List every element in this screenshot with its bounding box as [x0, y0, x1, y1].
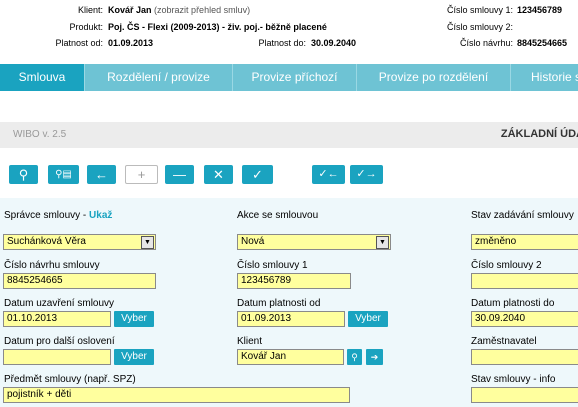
stav-info-input[interactable]: [471, 387, 578, 403]
stav-info-label: Stav smlouvy - info: [471, 374, 556, 385]
section-title: ZÁKLADNÍ ÚDA: [500, 128, 578, 140]
version-bar: WIBO v. 2.5 ZÁKLADNÍ ÚDA: [0, 122, 578, 148]
confirm-button[interactable]: ✓: [242, 165, 273, 184]
valid-from-label: Platnost od:: [55, 38, 103, 48]
tab-rozdeleni-provize[interactable]: Rozdělení / provize: [85, 64, 233, 91]
predmet-input[interactable]: pojistník + děti: [3, 387, 350, 403]
platnost-od-vyber-button[interactable]: Vyber: [348, 311, 388, 327]
version-text: WIBO v. 2.5: [13, 129, 67, 140]
plus-icon: +: [137, 167, 146, 182]
client-contracts-link[interactable]: (zobrazit přehled smluv): [154, 5, 250, 15]
klient-open-button[interactable]: ➔: [366, 349, 383, 365]
tab-smlouva[interactable]: Smlouva: [0, 64, 85, 91]
arrow-right-icon: ➔: [370, 352, 379, 362]
product-label: Produkt:: [69, 22, 103, 32]
tab-provize-po-rozdeleni[interactable]: Provize po rozdělení: [357, 64, 511, 91]
search-icon: ⚲: [351, 352, 358, 362]
stav-label: Stav zadávání smlouvy: [471, 210, 574, 221]
confirm-next-button[interactable]: ✓→: [350, 165, 383, 184]
contract-form: Správce smlouvy - Ukaž Akce se smlouvou …: [0, 198, 578, 407]
proposal-value: 8845254665: [517, 38, 568, 48]
product-value: Poj. ČS - Flexi (2009-2013) - živ. poj.-…: [108, 22, 327, 32]
main-tabs: Smlouva Rozdělení / provize Provize příc…: [0, 64, 578, 91]
client-name: Kovář Jan: [108, 5, 152, 15]
check-left-icon: ✓←: [318, 168, 339, 180]
client-info: Kovář Jan (zobrazit přehled smluv): [108, 5, 250, 15]
add-button[interactable]: +: [125, 165, 158, 184]
zamestnavatel-input[interactable]: [471, 349, 578, 365]
valid-to-value: 30.09.2040: [311, 38, 357, 48]
klient-input[interactable]: Kovář Jan: [237, 349, 344, 365]
chevron-down-icon[interactable]: ▼: [141, 236, 154, 249]
platnost-od-input[interactable]: 01.09.2013: [237, 311, 345, 327]
predmet-label: Předmět smlouvy (např. SPZ): [4, 374, 136, 385]
chevron-down-icon[interactable]: ▼: [376, 236, 389, 249]
cislo1-input[interactable]: 123456789: [237, 273, 351, 289]
tab-provize-prichozi[interactable]: Provize příchozí: [233, 64, 357, 91]
cislo-navrhu-input[interactable]: 8845254665: [3, 273, 156, 289]
cislo1-label: Číslo smlouvy 1: [237, 260, 308, 271]
cislo-navrhu-label: Číslo návrhu smlouvy: [4, 260, 100, 271]
arrow-left-icon: ←: [95, 167, 108, 182]
cancel-button[interactable]: ✕: [204, 165, 233, 184]
search-document-icon: ⚲▤: [55, 169, 72, 180]
client-label: Klient:: [77, 5, 103, 15]
back-button[interactable]: ←: [87, 165, 116, 184]
cislo2-label: Číslo smlouvy 2: [471, 260, 542, 271]
valid-to-label: Platnost do:: [258, 38, 306, 48]
search-icon: ⚲: [18, 167, 29, 182]
uzavreni-vyber-button[interactable]: Vyber: [114, 311, 154, 327]
spravce-select[interactable]: Suchánková Věra ▼: [3, 234, 156, 250]
check-right-icon: ✓→: [356, 168, 377, 180]
osloveni-input[interactable]: [3, 349, 111, 365]
platnost-do-label: Datum platnosti do: [471, 298, 555, 309]
klient-search-button[interactable]: ⚲: [347, 349, 362, 365]
platnost-od-label: Datum platnosti od: [237, 298, 321, 309]
spravce-label: Správce smlouvy - Ukaž: [4, 210, 113, 221]
zamestnavatel-label: Zaměstnavatel: [471, 336, 537, 347]
uzavreni-input[interactable]: 01.10.2013: [3, 311, 111, 327]
osloveni-label: Datum pro další oslovení: [4, 336, 115, 347]
contract1-value: 123456789: [517, 5, 563, 15]
tab-historie[interactable]: Historie s: [511, 64, 578, 91]
cislo2-input[interactable]: [471, 273, 578, 289]
stav-select[interactable]: změněno: [471, 234, 578, 250]
ukaz-link[interactable]: Ukaž: [89, 210, 112, 221]
valid-from-value: 01.09.2013: [108, 38, 154, 48]
close-icon: ✕: [213, 167, 224, 182]
remove-button[interactable]: —: [165, 165, 194, 184]
contract-header: Klient: Kovář Jan (zobrazit přehled smlu…: [0, 0, 578, 58]
search-document-button[interactable]: ⚲▤: [48, 165, 79, 184]
contract2-label: Číslo smlouvy 2:: [446, 22, 513, 32]
contract1-label: Číslo smlouvy 1:: [446, 5, 513, 15]
osloveni-vyber-button[interactable]: Vyber: [114, 349, 154, 365]
minus-icon: —: [173, 167, 186, 182]
confirm-back-button[interactable]: ✓←: [312, 165, 345, 184]
proposal-label: Číslo návrhu:: [459, 38, 513, 48]
uzavreni-label: Datum uzavření smlouvy: [4, 298, 115, 309]
search-button[interactable]: ⚲: [9, 165, 38, 184]
klient-label: Klient: [237, 336, 263, 347]
check-icon: ✓: [252, 167, 263, 182]
akce-label: Akce se smlouvou: [237, 210, 319, 221]
platnost-do-input[interactable]: 30.09.2040: [471, 311, 578, 327]
akce-select[interactable]: Nová ▼: [237, 234, 391, 250]
